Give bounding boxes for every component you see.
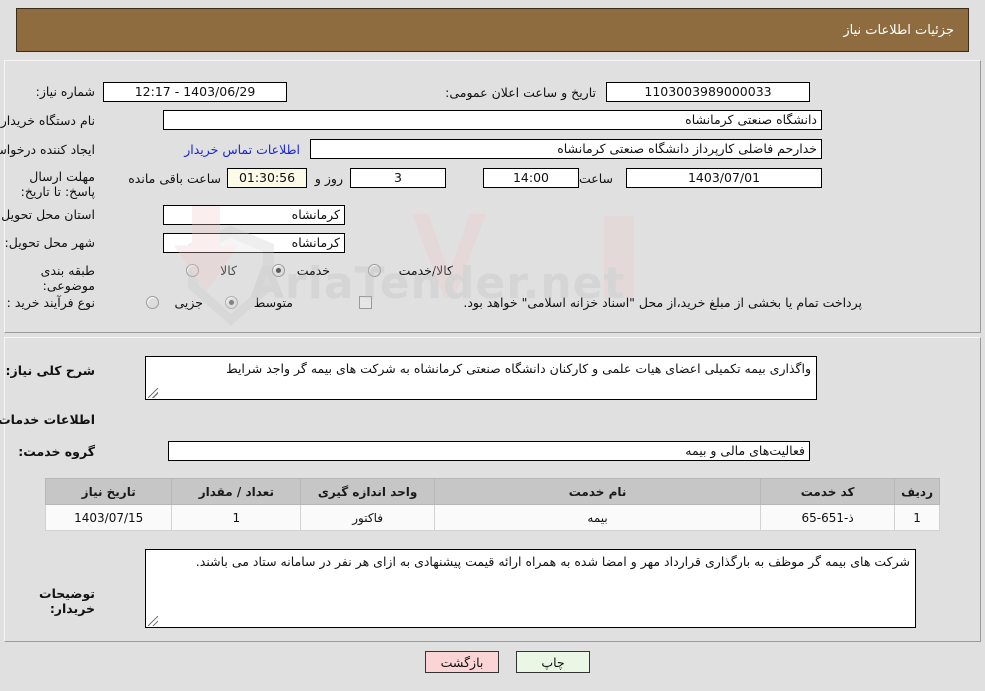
requester-label: ایجاد کننده درخواست:: [0, 142, 95, 157]
buyer-org-label: نام دستگاه خریدار:: [0, 113, 95, 128]
cell-quantity: 1: [171, 504, 302, 531]
deadline-label: مهلت ارسال پاسخ: تا تاریخ:: [20, 169, 95, 199]
buyer-notes-label: توضیحات خریدار:: [39, 586, 95, 616]
treasury-bonds-label: پرداخت تمام یا بخشی از مبلغ خرید،از محل …: [463, 295, 862, 310]
days-remaining-label: روز و: [314, 171, 343, 186]
service-group-value: فعالیت‌های مالی و بیمه: [168, 441, 810, 461]
cell-unit: فاکتور: [300, 504, 436, 531]
col-row: ردیف: [894, 478, 940, 505]
hour-label: ساعت: [578, 171, 613, 186]
treasury-bonds-checkbox[interactable]: [359, 296, 372, 309]
province-value: کرمانشاه: [163, 205, 345, 225]
province-label: استان محل تحویل:: [0, 207, 95, 222]
city-value: کرمانشاه: [163, 233, 345, 253]
radio-category-kala-khedmat[interactable]: [368, 264, 381, 277]
radio-category-khedmat[interactable]: [272, 264, 285, 277]
cell-service-name: بیمه: [434, 504, 762, 531]
radio-category-khedmat-label: خدمت: [296, 263, 330, 278]
radio-category-kala[interactable]: [186, 264, 199, 277]
buyer-contact-link[interactable]: اطلاعات تماس خریدار: [184, 141, 300, 159]
radio-process-motavasset-label: متوسط: [253, 295, 293, 310]
col-service-code: کد خدمت: [760, 478, 896, 505]
print-button[interactable]: چاپ: [516, 651, 590, 673]
need-number-value: 1103003989000033: [606, 82, 810, 102]
need-number-label: شماره نیاز:: [35, 84, 95, 99]
radio-category-kala-khedmat-label: کالا/خدمت: [398, 263, 453, 278]
deadline-date-value: 1403/07/01: [626, 168, 822, 188]
need-description-textarea[interactable]: واگذاری بیمه تکمیلی اعضای هیات علمی و کا…: [145, 356, 817, 400]
radio-category-kala-label: کالا: [220, 263, 237, 278]
back-button[interactable]: بازگشت: [425, 651, 499, 673]
announce-datetime-label: تاریخ و ساعت اعلان عمومی:: [445, 85, 596, 100]
col-need-date: تاریخ نیاز: [44, 478, 173, 505]
announce-datetime-value: 1403/06/29 - 12:17: [103, 82, 287, 102]
buyer-org-value: دانشگاه صنعتی کرمانشاه: [163, 110, 822, 130]
countdown-value: 01:30:56: [227, 168, 307, 188]
days-remaining-value: 3: [350, 168, 446, 188]
category-label: طبقه بندی موضوعی:: [40, 263, 95, 293]
table-row: 1 ذ-651-65 بیمه فاکتور 1 1403/07/15: [44, 504, 940, 531]
radio-process-motavasset[interactable]: [225, 296, 238, 309]
process-type-label: نوع فرآیند خرید :: [6, 295, 95, 310]
table-header-row: ردیف کد خدمت نام خدمت واحد اندازه گیری ت…: [44, 478, 940, 505]
hour-value: 14:00: [483, 168, 579, 188]
radio-process-jozee[interactable]: [146, 296, 159, 309]
buyer-notes-textarea[interactable]: شرکت های بیمه گر موظف به بارگذاری قراردا…: [145, 549, 916, 628]
city-label: شهر محل تحویل:: [4, 235, 95, 250]
page-header: جزئیات اطلاعات نیاز: [16, 8, 969, 52]
services-section-title: اطلاعات خدمات مورد نیاز: [0, 412, 95, 427]
page-root: جزئیات اطلاعات نیاز شماره نیاز: 11030039…: [0, 0, 985, 691]
requester-value: خدارحم فاضلی کارپرداز دانشگاه صنعتی کرما…: [310, 139, 822, 159]
cell-row: 1: [894, 504, 940, 531]
cell-service-code: ذ-651-65: [760, 504, 896, 531]
service-group-label: گروه خدمت:: [18, 444, 95, 459]
col-service-name: نام خدمت: [434, 478, 762, 505]
services-table: ردیف کد خدمت نام خدمت واحد اندازه گیری ت…: [44, 478, 940, 531]
page-title: جزئیات اطلاعات نیاز: [843, 22, 954, 38]
need-description-label: شرح کلی نیاز:: [5, 363, 95, 378]
countdown-label: ساعت باقی مانده: [128, 171, 221, 186]
radio-process-jozee-label: جزیی: [174, 295, 203, 310]
col-unit: واحد اندازه گیری: [300, 478, 436, 505]
col-quantity: تعداد / مقدار: [171, 478, 302, 505]
cell-need-date: 1403/07/15: [44, 504, 173, 531]
